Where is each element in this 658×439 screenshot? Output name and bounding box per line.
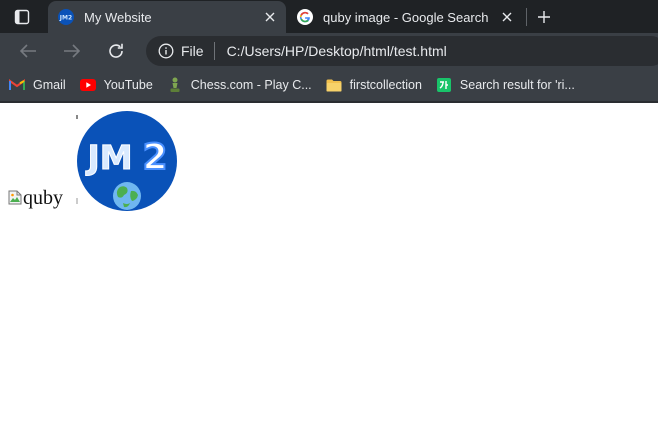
- image-edge-mark: [76, 198, 78, 204]
- toolbar: File C:/Users/HP/Desktop/html/test.html: [0, 33, 658, 69]
- page-content: quby JM 2: [0, 103, 658, 439]
- bookmark-label: firstcollection: [349, 78, 422, 92]
- close-tab-button[interactable]: [260, 7, 280, 27]
- logo-2-text: 2: [142, 137, 167, 178]
- bookmark-chess[interactable]: Chess.com - Play C...: [167, 73, 312, 97]
- tab-quby-search[interactable]: quby image - Google Search: [289, 1, 523, 33]
- bookmark-label: YouTube: [103, 78, 153, 92]
- plus-icon: [538, 11, 550, 23]
- tab-actions-button[interactable]: [10, 7, 34, 27]
- close-tab-button[interactable]: [497, 7, 517, 27]
- youtube-icon: [79, 77, 96, 93]
- jm2-logo: JM 2: [85, 136, 169, 210]
- arrow-right-icon: [64, 44, 81, 58]
- tab-strip: JM2 My Website quby image - Google Searc…: [0, 0, 658, 33]
- tab-title: quby image - Google Search: [323, 9, 489, 25]
- bookmark-folder-firstcollection[interactable]: firstcollection: [326, 73, 422, 97]
- image-edge-mark: [76, 115, 78, 119]
- bookmark-search-result[interactable]: Search result for 'ri...: [436, 73, 575, 97]
- bookmark-gmail[interactable]: Gmail: [9, 73, 66, 97]
- back-button[interactable]: [15, 39, 41, 63]
- tab-title: My Website: [84, 9, 152, 25]
- url-text[interactable]: C:/Users/HP/Desktop/html/test.html: [227, 43, 447, 59]
- logo-jm-text: JM: [85, 138, 132, 177]
- google-icon: [297, 9, 313, 25]
- broken-image-icon: [8, 190, 22, 205]
- close-icon: [502, 12, 512, 22]
- gmail-icon: [9, 77, 25, 93]
- forward-button[interactable]: [59, 39, 85, 63]
- arrow-left-icon: [19, 44, 36, 58]
- folder-icon: [326, 77, 342, 93]
- jm2-icon: JM2: [58, 9, 74, 25]
- image-alt-text: quby: [23, 187, 63, 209]
- new-tab-button[interactable]: [533, 6, 555, 28]
- close-icon: [265, 12, 275, 22]
- jm2-logo-image: JM 2: [77, 111, 177, 211]
- site-scheme-label[interactable]: File: [181, 43, 204, 59]
- svg-text:JM2: JM2: [59, 15, 72, 22]
- globe-icon: [113, 182, 141, 210]
- search-result-icon: [436, 77, 452, 93]
- bookmarks-bar: Gmail YouTube Chess.com - Play C... firs…: [0, 69, 658, 101]
- tab-actions-icon: [14, 9, 30, 25]
- bookmark-label: Gmail: [33, 78, 66, 92]
- tab-my-website[interactable]: JM2 My Website: [48, 1, 286, 33]
- bookmark-label: Chess.com - Play C...: [190, 78, 312, 92]
- address-divider: [213, 42, 215, 60]
- address-bar[interactable]: File C:/Users/HP/Desktop/html/test.html: [146, 36, 658, 66]
- reload-button[interactable]: [103, 39, 129, 63]
- bookmark-youtube[interactable]: YouTube: [79, 73, 153, 97]
- chess-icon: [167, 77, 183, 93]
- broken-image: quby: [8, 188, 63, 208]
- tab-divider: [526, 8, 527, 26]
- reload-icon: [109, 43, 123, 58]
- bookmark-label: Search result for 'ri...: [459, 78, 575, 92]
- info-icon[interactable]: [158, 43, 174, 59]
